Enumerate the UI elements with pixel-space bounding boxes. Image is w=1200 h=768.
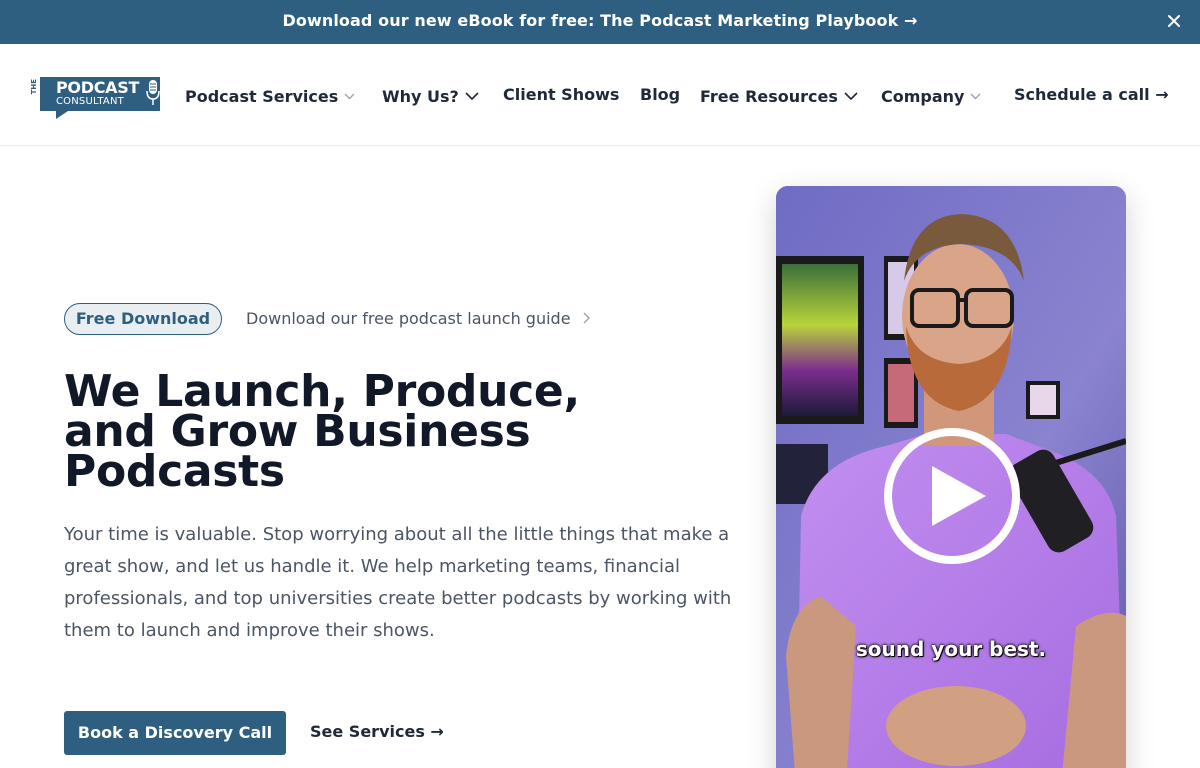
chevron-right-icon — [583, 309, 590, 328]
logo[interactable]: THE PODCAST CONSULTANT — [30, 77, 162, 121]
chevron-down-icon — [465, 85, 479, 104]
schedule-call-link[interactable]: Schedule a call → — [1014, 85, 1169, 104]
chevron-down-icon — [844, 85, 858, 104]
hero-description: Your time is valuable. Stop worrying abo… — [64, 524, 732, 641]
chevron-down-icon — [344, 85, 355, 104]
logo-speech-tail — [56, 111, 68, 119]
launch-guide-link[interactable]: Download our free podcast launch guide — [246, 309, 590, 328]
nav-why-us[interactable]: Why Us? — [382, 85, 479, 106]
play-icon[interactable] — [882, 426, 1022, 566]
logo-the-text: THE — [30, 79, 38, 95]
headline-line-3: Podcasts — [64, 446, 285, 497]
launch-guide-link-text: Download our free podcast launch guide — [246, 309, 571, 328]
nav-why-us-label: Why Us? — [382, 87, 459, 106]
banner-ebook-link[interactable]: Download our new eBook for free: The Pod… — [0, 11, 1200, 30]
chevron-down-icon — [970, 85, 981, 104]
nav-podcast-services[interactable]: Podcast Services — [185, 85, 355, 106]
nav-podcast-services-label: Podcast Services — [185, 87, 339, 106]
video-caption: sound your best. — [855, 637, 1047, 661]
nav-company[interactable]: Company — [881, 85, 981, 106]
logo-subtitle: CONSULTANT — [56, 96, 124, 107]
nav-blog-label: Blog — [640, 85, 681, 104]
microphone-icon — [146, 79, 160, 111]
main-navigation: THE PODCAST CONSULTANT Podcast Services … — [0, 44, 1200, 146]
book-discovery-call-button[interactable]: Book a Discovery Call — [64, 711, 286, 755]
hero-headline: We Launch, Produce, and Grow Business Po… — [64, 370, 624, 497]
free-download-badge[interactable]: Free Download — [64, 303, 222, 335]
nav-client-shows-label: Client Shows — [503, 85, 620, 104]
nav-company-label: Company — [881, 87, 965, 106]
logo-box: PODCAST CONSULTANT — [40, 77, 160, 111]
nav-client-shows[interactable]: Client Shows — [503, 85, 619, 104]
logo-title: PODCAST — [56, 78, 140, 97]
hero-video[interactable]: sound your best. — [776, 186, 1126, 768]
nav-free-resources-label: Free Resources — [700, 87, 838, 106]
nav-free-resources[interactable]: Free Resources — [700, 85, 858, 106]
announcement-banner: Download our new eBook for free: The Pod… — [0, 0, 1200, 44]
close-icon[interactable] — [1164, 11, 1184, 31]
nav-blog[interactable]: Blog — [640, 85, 680, 104]
see-services-link[interactable]: See Services → — [310, 722, 444, 741]
